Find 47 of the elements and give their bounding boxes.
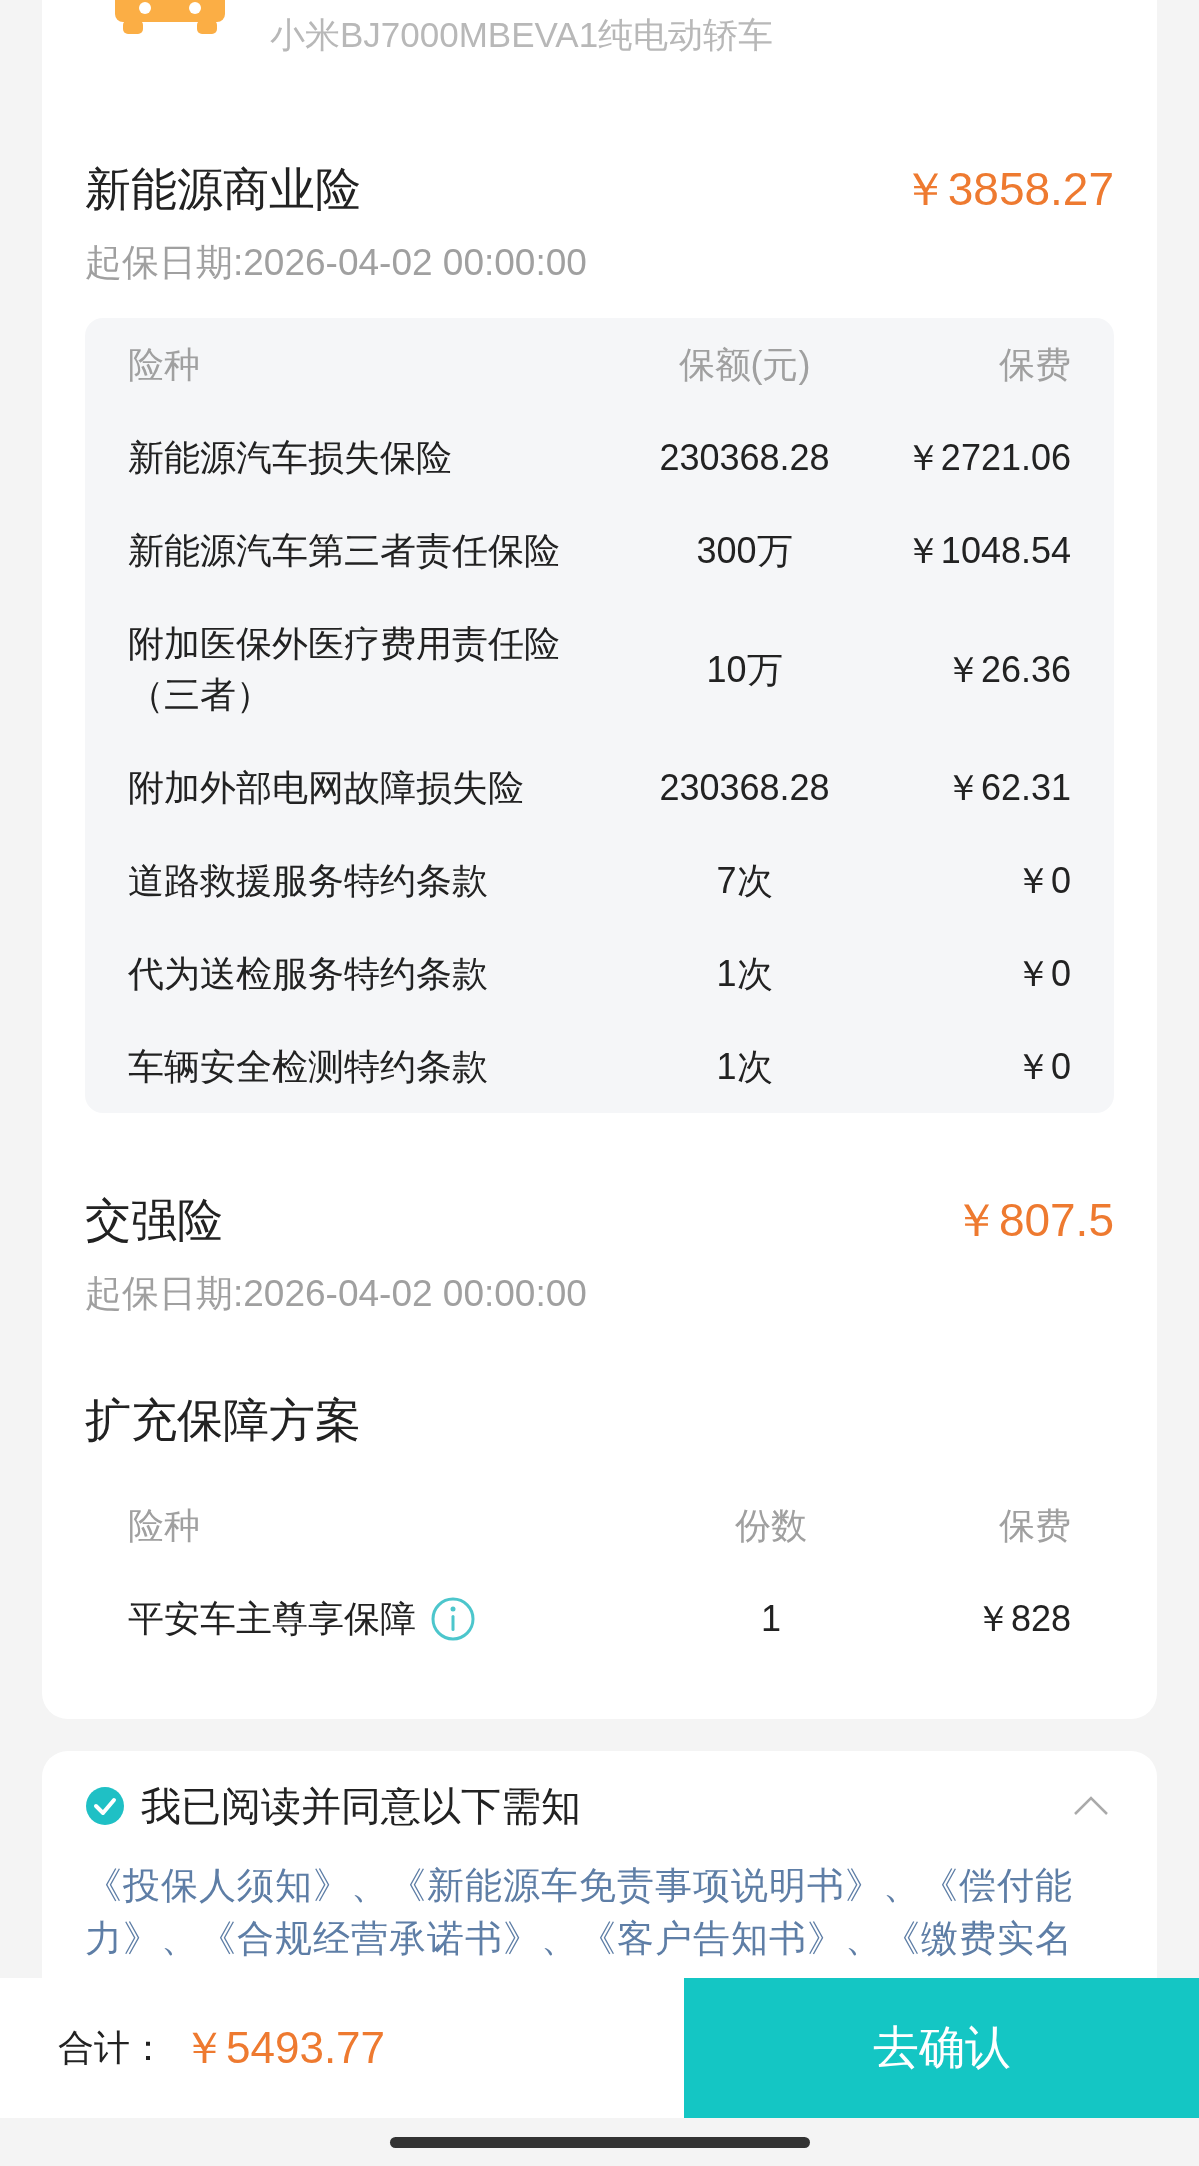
coverage-amount: 1次 <box>715 1045 774 1089</box>
column-header: 保额(元) <box>677 343 812 387</box>
start-date: 起保日期:2026-04-02 00:00:00 <box>85 241 588 285</box>
home-indicator[interactable] <box>389 2136 810 2148</box>
coverage-premium: ￥2721.06 <box>903 436 1071 480</box>
coverage-name: 车辆安全检测特约条款 <box>128 1045 489 1089</box>
coverage-name: 道路救援服务特约条款 <box>128 859 489 903</box>
coverage-name: 附加医保外医疗费用责任险（三者） <box>128 622 561 717</box>
coverage-amount: 1次 <box>715 952 774 996</box>
section-title: 交强险 <box>85 1193 223 1248</box>
section-price: ￥3858.27 <box>901 162 1114 217</box>
section-title: 新能源商业险 <box>85 162 361 217</box>
coverage-amount: 230368.28 <box>658 436 831 480</box>
coverage-name: 附加外部电网故障损失险 <box>128 766 525 810</box>
column-header: 份数 <box>734 1504 808 1548</box>
coverage-premium: ￥0 <box>1013 1045 1071 1089</box>
coverage-name: 新能源汽车第三者责任保险 <box>128 529 561 573</box>
confirm-button[interactable]: 去确认 <box>684 1978 1199 2118</box>
column-header: 险种 <box>128 1504 201 1548</box>
start-date: 起保日期:2026-04-02 00:00:00 <box>85 1272 588 1316</box>
coverage-name: 新能源汽车损失保险 <box>128 436 453 480</box>
coverage-name: 代为送检服务特约条款 <box>128 952 489 996</box>
document-links[interactable]: 《投保人须知》、《新能源车免责事项说明书》、《偿付能力》、《合规经营承诺书》、《客户告知书》、《缴费实名 <box>85 1859 1114 1965</box>
column-header: 保费 <box>998 343 1071 387</box>
coverage-amount: 300万 <box>695 529 794 573</box>
checkbox[interactable] <box>85 1786 125 1826</box>
column-header: 险种 <box>128 343 201 387</box>
coverage-amount: 10万 <box>705 647 784 692</box>
plan-premium: ￥828 <box>973 1597 1071 1641</box>
coverage-premium: ￥26.36 <box>943 647 1071 692</box>
coverage-amount: 230368.28 <box>658 766 831 810</box>
column-header: 保费 <box>998 1504 1071 1548</box>
vehicle-model: 小米BJ7000MBEVA1纯电动轿车 <box>270 14 774 56</box>
coverage-premium: ￥0 <box>1013 859 1071 903</box>
info-icon[interactable] <box>430 1595 476 1642</box>
total-price: ￥5493.77 <box>182 2021 386 2074</box>
plan-count: 1 <box>760 1597 782 1641</box>
coverage-premium: ￥1048.54 <box>903 529 1071 573</box>
plan-name: 平安车主尊享保障 <box>128 1597 416 1641</box>
chevron-icon[interactable] <box>1073 1795 1109 1817</box>
section-price: ￥807.5 <box>952 1193 1114 1248</box>
coverage-premium: ￥0 <box>1013 952 1071 996</box>
section-title: 扩充保障方案 <box>85 1393 361 1448</box>
coverage-amount: 7次 <box>715 859 774 903</box>
total-label: 合计： <box>58 2025 166 2070</box>
coverage-premium: ￥62.31 <box>943 766 1071 810</box>
agreement-label: 我已阅读并同意以下需知 <box>141 1783 582 1830</box>
